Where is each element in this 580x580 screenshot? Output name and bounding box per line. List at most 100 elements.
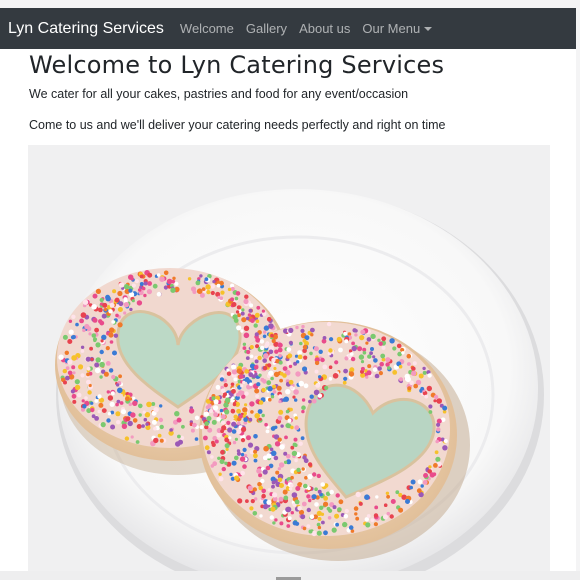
sprinkle (117, 290, 123, 297)
sprinkle (293, 389, 299, 395)
sprinkle (153, 407, 159, 413)
sprinkle (212, 280, 216, 284)
sprinkle (429, 472, 435, 478)
sprinkle (115, 402, 119, 407)
sprinkle (315, 383, 321, 388)
sprinkle (156, 291, 162, 297)
sprinkle (386, 494, 390, 499)
sprinkle (206, 416, 212, 421)
sprinkle (203, 435, 208, 441)
sprinkle (143, 417, 148, 422)
sprinkle (278, 496, 284, 502)
sprinkle (205, 284, 211, 290)
sprinkle (303, 355, 308, 360)
sprinkle (343, 331, 348, 336)
sprinkle (316, 530, 322, 536)
sprinkle (342, 380, 347, 385)
sprinkle (369, 351, 373, 355)
sprinkle (277, 477, 283, 483)
sprinkle (263, 445, 269, 452)
sprinkle (89, 346, 93, 351)
sprinkle (249, 401, 255, 407)
sprinkle (63, 380, 67, 385)
sprinkle (247, 442, 254, 448)
sprinkle (238, 414, 243, 419)
sprinkle (420, 484, 424, 488)
sprinkle (442, 405, 448, 411)
sprinkle (428, 404, 433, 409)
sprinkle (101, 313, 107, 319)
sprinkle (107, 412, 112, 416)
sprinkle (218, 476, 224, 482)
sprinkle (237, 498, 243, 504)
sprinkle (99, 375, 103, 379)
sprinkle (279, 378, 283, 383)
nav-dropdown-our-menu[interactable]: Our Menu (362, 21, 433, 36)
sprinkle (170, 287, 176, 293)
sprinkle (219, 459, 225, 465)
sprinkle (265, 465, 271, 471)
sprinkle (159, 276, 165, 282)
sprinkle (176, 417, 182, 423)
main-content: Welcome to Lyn Catering Services We cate… (0, 49, 576, 571)
sprinkle (422, 366, 426, 371)
sprinkle (254, 312, 260, 318)
sprinkle (351, 341, 355, 346)
sprinkle (268, 370, 274, 376)
sprinkle (329, 489, 335, 495)
sprinkle (428, 465, 432, 469)
sprinkle (151, 419, 157, 425)
sprinkle (253, 434, 258, 439)
sprinkle (106, 418, 111, 423)
sprinkle (397, 351, 402, 357)
sprinkle (338, 347, 343, 353)
sprinkle (223, 383, 228, 388)
sprinkle (288, 487, 293, 491)
sprinkle (317, 517, 322, 521)
sprinkle (390, 499, 396, 504)
sprinkle (291, 450, 298, 457)
sprinkle (236, 429, 242, 435)
sprinkle (62, 334, 68, 340)
nav-link-gallery[interactable]: Gallery (246, 21, 287, 36)
sprinkle (279, 521, 284, 526)
sprinkle (71, 314, 76, 319)
sprinkle (139, 282, 144, 286)
sprinkle (255, 337, 261, 343)
sprinkle (317, 393, 323, 398)
sprinkle (424, 394, 429, 399)
sprinkle (412, 361, 417, 366)
sprinkle (115, 313, 119, 318)
sprinkle (68, 329, 74, 335)
sprinkle (159, 438, 164, 443)
sprinkle (302, 344, 308, 350)
sprinkle (372, 355, 376, 359)
sprinkle (366, 514, 371, 518)
nav-link-welcome[interactable]: Welcome (180, 21, 234, 36)
sprinkle (302, 366, 308, 372)
navbar-brand[interactable]: Lyn Catering Services (8, 20, 164, 38)
sprinkle (370, 333, 376, 340)
sprinkle (433, 394, 439, 400)
sprinkle (271, 480, 276, 485)
sprinkle (294, 499, 300, 505)
sprinkle (130, 277, 134, 281)
nav-link-about-us[interactable]: About us (299, 21, 350, 36)
sprinkle (358, 501, 363, 506)
sprinkle (230, 286, 235, 292)
sprinkle (244, 391, 249, 396)
sprinkle (120, 409, 127, 415)
sprinkle (211, 396, 216, 401)
sprinkle (261, 309, 265, 313)
sprinkle (259, 339, 265, 344)
sprinkle (232, 314, 238, 320)
sprinkle (258, 400, 264, 405)
sprinkle (273, 371, 280, 378)
sprinkle (312, 472, 317, 477)
sprinkle (118, 282, 125, 288)
sprinkle (284, 435, 288, 440)
sprinkle (303, 383, 309, 389)
sprinkle (301, 409, 305, 414)
sprinkle (268, 323, 274, 329)
sprinkle (223, 402, 229, 408)
